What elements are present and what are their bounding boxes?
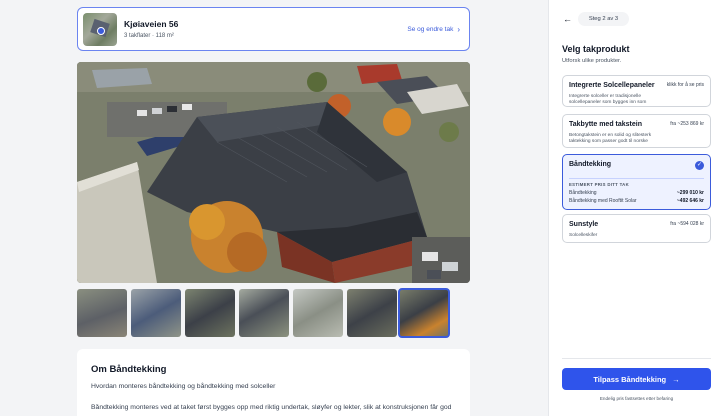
panel-subtitle: Utforsk ulike produkter. [562,58,622,64]
photo-thumbnail[interactable] [347,289,397,337]
option-sunstyle[interactable]: Sunstyle fra ~594 028 kr Solcelleskifer [562,214,711,243]
change-roof-link-label: Se og endre tak [407,26,454,33]
product-panel: ← Steg 2 av 3 Velg takprodukt Utforsk ul… [548,0,723,416]
photo-thumbnail-active[interactable] [398,288,450,338]
option-integrated-solar[interactable]: Integrerte Solcellepaneler klikk for å s… [562,75,711,107]
address-map-thumbnail [83,13,117,46]
customize-button[interactable]: Tilpass Båndtekking → [562,368,711,390]
info-body: Båndtekking monteres ved at taket først … [91,404,452,411]
estimate-row-label: Båndtekking med Rooftit Solar [569,198,637,204]
photo-thumbnail[interactable] [77,289,127,337]
option-price: fra ~253 869 kr [670,121,704,127]
address-title: Kjøiaveien 56 [124,19,179,29]
address-card[interactable]: Kjøiaveien 56 3 takflater · 118 m² Se og… [77,7,470,51]
main-content: Kjøiaveien 56 3 takflater · 118 m² Se og… [0,0,548,416]
change-roof-link[interactable]: Se og endre tak › [407,25,460,34]
info-question: Hvordan monteres båndtekking og båndtekk… [91,383,276,390]
estimate-divider [569,178,704,179]
arrow-right-icon: → [672,374,680,384]
photo-thumbnail[interactable] [239,289,289,337]
estimate-row-value: ~299 010 kr [676,190,704,196]
option-desc: Solcelleskifer [569,233,598,238]
option-bandtekking[interactable]: Båndtekking ✓ ESTIMERT PRIS DITT TAK Bån… [562,154,711,210]
step-indicator: Steg 2 av 3 [578,12,629,26]
info-title: Om Båndtekking [91,364,167,375]
option-name: Sunstyle [569,221,599,228]
estimate-row: Båndtekking ~299 010 kr [569,190,704,196]
price-footnote: Endelig pris fastsettes etter befaring [599,396,674,401]
address-subtitle: 3 takflater · 118 m² [124,33,174,39]
customize-button-label: Tilpass Båndtekking [593,374,667,384]
estimate-label: ESTIMERT PRIS DITT TAK [569,182,629,187]
option-name: Takbytte med takstein [569,121,643,128]
option-price: klikk for å se pris [666,82,704,88]
estimate-row-label: Båndtekking [569,190,597,196]
footer-divider [562,358,711,359]
arrow-left-icon[interactable]: ← [563,14,572,24]
estimate-row-value: ~492 646 kr [676,198,704,204]
panel-title: Velg takprodukt [562,44,630,54]
check-icon: ✓ [695,161,704,170]
chevron-right-icon: › [457,25,460,34]
option-price: fra ~594 028 kr [670,221,704,227]
photo-thumbnail[interactable] [131,289,181,337]
option-desc: Betongtakstein er en solid og slitesterk… [569,133,652,144]
photo-thumbnail[interactable] [185,289,235,337]
option-name: Båndtekking [569,161,612,168]
main-roof-photo [77,62,470,283]
estimate-row: Båndtekking med Rooftit Solar ~492 646 k… [569,198,704,204]
option-roof-tiles[interactable]: Takbytte med takstein fra ~253 869 kr Be… [562,114,711,148]
option-desc: Integrerte solceller er tradisjonelle so… [569,94,647,105]
option-name: Integrerte Solcellepaneler [569,82,655,89]
photo-thumbnail[interactable] [293,289,343,337]
product-info-card: Om Båndtekking Hvordan monteres båndtekk… [77,349,470,416]
